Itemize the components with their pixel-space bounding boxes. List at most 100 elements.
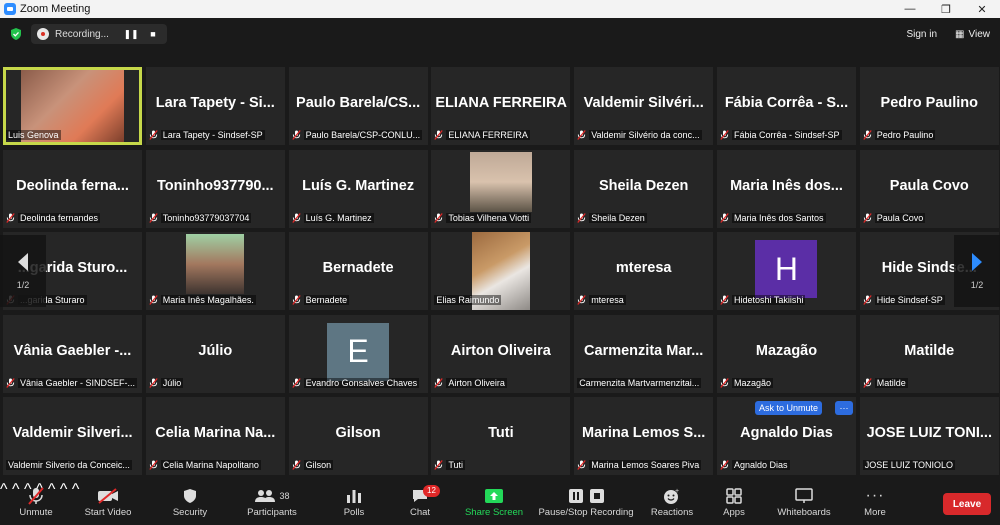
participant-name: Maria Inês dos Santos bbox=[731, 212, 826, 223]
share-screen-icon bbox=[485, 489, 503, 503]
participant-display-name: Gilson bbox=[335, 425, 381, 441]
more-dots-icon: ··· bbox=[865, 487, 885, 504]
security-shield-icon[interactable] bbox=[9, 27, 23, 41]
maximize-icon[interactable]: ❐ bbox=[928, 0, 964, 18]
recording-indicator[interactable]: Recording... ❚❚ ■ bbox=[31, 24, 167, 44]
participant-display-name: Fábia Corrêa - S... bbox=[724, 95, 849, 111]
participant-tile[interactable]: Bernadete Bernadete bbox=[288, 232, 428, 310]
leave-button[interactable]: Leave bbox=[943, 493, 991, 515]
participant-tile[interactable]: Paula Covo Paula Covo bbox=[859, 149, 999, 228]
participant-tile[interactable]: Carmenzita Mar... Carmenzita Martvarmenzi… bbox=[574, 314, 714, 393]
next-page-button[interactable]: 1/2 bbox=[954, 235, 1000, 307]
participant-name: mteresa bbox=[589, 295, 626, 305]
more-button[interactable]: ··· More bbox=[858, 485, 892, 523]
pause-recording-icon[interactable]: ❚❚ bbox=[123, 26, 139, 42]
participant-tile[interactable]: Tuti Tuti bbox=[431, 397, 571, 475]
polls-button[interactable]: Polls bbox=[336, 485, 372, 523]
reactions-button[interactable]: + Reactions bbox=[650, 485, 694, 523]
participant-tile[interactable]: Tobias Vilhena Viotti bbox=[431, 149, 571, 228]
participant-more-button[interactable]: ··· bbox=[834, 401, 853, 415]
participant-tile[interactable]: E Evandro Gonsalves Chaves bbox=[288, 314, 428, 393]
participant-tile[interactable]: Celia Marina Na... Celia Marina Napolitan… bbox=[145, 397, 285, 475]
mic-muted-icon bbox=[720, 130, 729, 140]
ask-to-unmute-button[interactable]: Ask to Unmute bbox=[754, 401, 822, 415]
mic-muted-icon bbox=[577, 460, 586, 470]
participant-tile[interactable]: Luis Genova bbox=[3, 67, 142, 145]
participant-tile[interactable]: Mazagão Mazagão bbox=[716, 314, 856, 393]
participant-display-name: Júlio bbox=[198, 342, 233, 359]
participant-display-name: Paula Covo bbox=[889, 177, 969, 194]
participant-display-name: Valdemir Silveri... bbox=[12, 425, 133, 441]
participant-name: Bernadete bbox=[303, 295, 350, 305]
mic-muted-icon bbox=[434, 212, 444, 223]
participant-tile[interactable]: JOSE LUIZ TONI... JOSE LUIZ TONIOLO bbox=[859, 397, 999, 475]
sign-in-button[interactable]: Sign in bbox=[898, 25, 945, 44]
participant-name-label: Luís G. Martinez bbox=[291, 211, 425, 225]
participant-tile[interactable]: Lara Tapety - Si... Lara Tapety - Sindsef… bbox=[145, 67, 285, 145]
participant-tile[interactable]: Paulo Barela/CS... Paulo Barela/CSP-CONLU… bbox=[288, 67, 428, 145]
participants-button[interactable]: 38 Participants bbox=[244, 485, 300, 523]
participant-tile[interactable]: Valdemir Silvéri... Valdemir Silvério da … bbox=[574, 67, 714, 145]
participant-tile[interactable]: Maria Inês dos... Maria Inês dos Santos bbox=[716, 149, 856, 228]
pause-stop-recording-button[interactable]: Pause/Stop Recording bbox=[536, 485, 636, 523]
participant-tile[interactable]: Maria Inês Magalhães. bbox=[145, 232, 285, 310]
participant-tile[interactable]: Valdemir Silveri... Valdemir Silverio da … bbox=[3, 397, 142, 475]
unmute-button[interactable]: Unmute bbox=[14, 485, 58, 523]
participant-tile[interactable]: Marina Lemos S... Marina Lemos Soares Piv… bbox=[574, 397, 714, 475]
mic-off-icon bbox=[28, 487, 44, 505]
participant-name: Airton Oliveira bbox=[446, 377, 507, 388]
whiteboards-button[interactable]: Whiteboards bbox=[772, 485, 836, 523]
participant-tile[interactable]: Gilson Gilson bbox=[288, 397, 428, 475]
participant-name-label: Gilson bbox=[291, 458, 425, 472]
participant-tile[interactable]: Sheila Dezen Sheila Dezen bbox=[574, 149, 714, 228]
participant-tile[interactable]: Toninho937790... Toninho93779037704 bbox=[145, 149, 285, 228]
participant-tile[interactable]: Agnaldo Dias Ask to Unmute ··· Agnaldo Dias bbox=[716, 397, 856, 475]
participant-name-label: Agnaldo Dias bbox=[720, 458, 853, 472]
participant-name-label: Valdemir Silvério da conc... bbox=[577, 128, 710, 142]
stop-recording-icon[interactable]: ■ bbox=[145, 26, 161, 42]
participant-grid: Luis Genova Lara Tapety - Si... Lara Tapet… bbox=[3, 67, 999, 475]
participant-tile[interactable]: Pedro Paulino Pedro Paulino bbox=[859, 67, 999, 145]
security-button[interactable]: Security bbox=[168, 485, 212, 523]
participant-tile[interactable]: ELIANA FERREIRA ELIANA FERREIRA bbox=[431, 67, 571, 145]
participant-name-label: Marina Lemos Soares Piva bbox=[577, 458, 710, 472]
unmute-label: Unmute bbox=[19, 507, 53, 518]
participant-name-label: Hidetoshi Takiishi bbox=[720, 293, 853, 307]
participant-tile[interactable]: Elias Raimundo bbox=[431, 232, 571, 310]
previous-page-button[interactable]: 1/2 bbox=[0, 235, 46, 307]
participant-display-name: Celia Marina Na... bbox=[155, 425, 276, 441]
share-screen-button[interactable]: Share Screen bbox=[464, 485, 524, 523]
participant-tile[interactable]: Airton Oliveira Airton Oliveira bbox=[431, 314, 571, 393]
participant-tile[interactable]: Vânia Gaebler -... Vânia Gaebler - SINDSE… bbox=[3, 314, 142, 393]
minimize-icon[interactable]: — bbox=[892, 0, 928, 18]
participant-tile[interactable]: H Hidetoshi Takiishi bbox=[716, 232, 856, 310]
participant-display-name: Airton Oliveira bbox=[450, 342, 551, 359]
mic-muted-icon bbox=[149, 295, 158, 305]
participant-name: Toninho93779037704 bbox=[160, 212, 252, 223]
participant-name-label: JOSE LUIZ TONIOLO bbox=[862, 458, 996, 472]
participant-tile[interactable]: Luís G. Martinez Luís G. Martinez bbox=[288, 149, 428, 228]
apps-caret-icon[interactable]: ^ bbox=[60, 481, 68, 498]
apps-button[interactable]: Apps bbox=[718, 485, 750, 523]
mic-muted-icon bbox=[863, 377, 872, 388]
participant-name-label: Paulo Barela/CSP-CONLU... bbox=[291, 128, 425, 142]
mic-muted-icon bbox=[863, 130, 872, 140]
participant-tile[interactable]: Fábia Corrêa - S... Fábia Corrêa - Sindse… bbox=[716, 67, 856, 145]
mic-muted-icon bbox=[434, 460, 444, 470]
participant-tile[interactable]: Matilde Matilde bbox=[859, 314, 999, 393]
page-indicator-right: 1/2 bbox=[970, 280, 984, 290]
participant-name: Mazagão bbox=[731, 377, 774, 388]
view-button[interactable]: ▦ View bbox=[945, 25, 1000, 44]
participant-name-label: Luis Genova bbox=[6, 128, 139, 142]
participant-display-name: Bernadete bbox=[322, 260, 394, 276]
participant-display-name: Carmenzita Mar... bbox=[584, 342, 704, 359]
participant-tile[interactable]: mteresa mteresa bbox=[574, 232, 714, 310]
audio-options-caret-icon[interactable]: ^ bbox=[0, 481, 8, 498]
close-icon[interactable]: ✕ bbox=[964, 0, 1000, 18]
start-video-button[interactable]: Start Video bbox=[80, 485, 136, 523]
mic-muted-icon bbox=[291, 212, 301, 223]
participant-name: Luís G. Martinez bbox=[303, 212, 374, 223]
whiteboards-caret-icon[interactable]: ^ bbox=[72, 481, 80, 498]
participant-tile[interactable]: Júlio Júlio bbox=[145, 314, 285, 393]
participant-tile[interactable]: Deolinda ferna... Deolinda fernandes bbox=[3, 149, 142, 228]
